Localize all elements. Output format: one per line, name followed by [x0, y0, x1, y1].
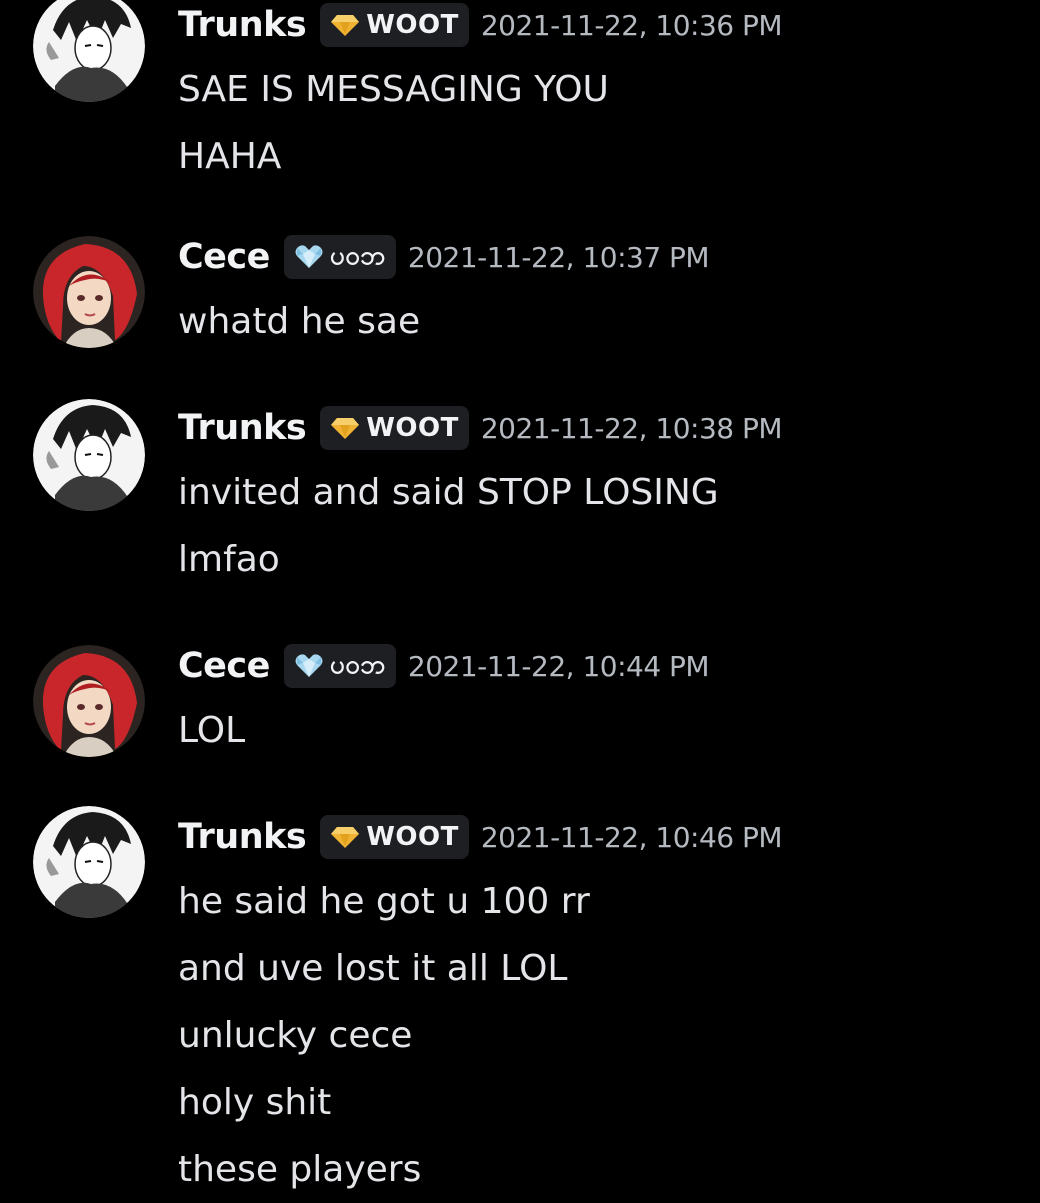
username[interactable]: Trunks [178, 408, 307, 448]
timestamp: 2021-11-22, 10:46 PM [480, 820, 783, 854]
message-content: Trunks WOOT 2021-11-22, 10:36 PM SAE IS … [178, 0, 1018, 190]
message-content: Trunks WOOT 2021-11-22, 10:46 PM he said… [178, 812, 1018, 1203]
message-line: lmfao [178, 539, 280, 580]
server-tag-label: WOOT [366, 413, 459, 443]
message-content: Cece ပ၀ဘ 2021-11-22, 10:37 PM whatd he s… [178, 232, 1018, 355]
message-line: HAHA [178, 136, 282, 177]
cece-avatar-image [33, 236, 145, 348]
timestamp: 2021-11-22, 10:38 PM [480, 411, 783, 445]
blue-heart-gem-icon [295, 245, 323, 268]
server-tag[interactable]: WOOT [320, 406, 469, 450]
message-header: Trunks WOOT 2021-11-22, 10:38 PM [178, 403, 1018, 453]
trunks-avatar-image [33, 399, 145, 511]
message-content: Cece ပ၀ဘ 2021-11-22, 10:44 PM LOL [178, 641, 1018, 764]
timestamp: 2021-11-22, 10:37 PM [407, 240, 710, 274]
message-content: Trunks WOOT 2021-11-22, 10:38 PM invited… [178, 403, 1018, 593]
trunks-avatar-image [33, 0, 145, 102]
message-header: Cece ပ၀ဘ 2021-11-22, 10:44 PM [178, 641, 1018, 691]
cece-avatar[interactable] [33, 645, 145, 757]
message-header: Trunks WOOT 2021-11-22, 10:46 PM [178, 812, 1018, 862]
timestamp: 2021-11-22, 10:44 PM [407, 649, 710, 683]
cece-avatar-image [33, 645, 145, 757]
server-tag[interactable]: ပ၀ဘ [283, 235, 396, 279]
blue-heart-gem-icon [295, 654, 323, 677]
message-line: invited and said STOP LOSING [178, 472, 719, 513]
server-tag-label: ပ၀ဘ [329, 240, 386, 271]
trunks-avatar-image [33, 806, 145, 918]
message-line: holy shit [178, 1082, 332, 1123]
message-line: whatd he sae [178, 301, 421, 342]
server-tag[interactable]: ပ၀ဘ [283, 644, 396, 688]
username[interactable]: Cece [178, 646, 270, 686]
message-line: SAE IS MESSAGING YOU [178, 69, 609, 110]
server-tag-label: WOOT [366, 822, 459, 852]
username[interactable]: Trunks [178, 5, 307, 45]
server-tag[interactable]: WOOT [320, 815, 469, 859]
trunks-avatar[interactable] [33, 0, 145, 102]
server-tag-label: ပ၀ဘ [329, 649, 386, 680]
server-tag-label: WOOT [366, 10, 459, 40]
yellow-gem-icon [331, 418, 360, 439]
message-line: these players [178, 1149, 422, 1190]
message-line: unlucky cece [178, 1015, 413, 1056]
yellow-gem-icon [331, 15, 360, 36]
message-header: Cece ပ၀ဘ 2021-11-22, 10:37 PM [178, 232, 1018, 282]
cece-avatar[interactable] [33, 236, 145, 348]
username[interactable]: Cece [178, 237, 270, 277]
timestamp: 2021-11-22, 10:36 PM [480, 8, 783, 42]
trunks-avatar[interactable] [33, 399, 145, 511]
trunks-avatar[interactable] [33, 806, 145, 918]
message-line: LOL [178, 710, 246, 751]
chat-log: Trunks WOOT 2021-11-22, 10:36 PM SAE IS … [0, 0, 1040, 1200]
message-line: he said he got u 100 rr [178, 881, 590, 922]
yellow-gem-icon [331, 827, 360, 848]
message-line: and uve lost it all LOL [178, 948, 568, 989]
message-header: Trunks WOOT 2021-11-22, 10:36 PM [178, 0, 1018, 50]
server-tag[interactable]: WOOT [320, 3, 469, 47]
username[interactable]: Trunks [178, 817, 307, 857]
